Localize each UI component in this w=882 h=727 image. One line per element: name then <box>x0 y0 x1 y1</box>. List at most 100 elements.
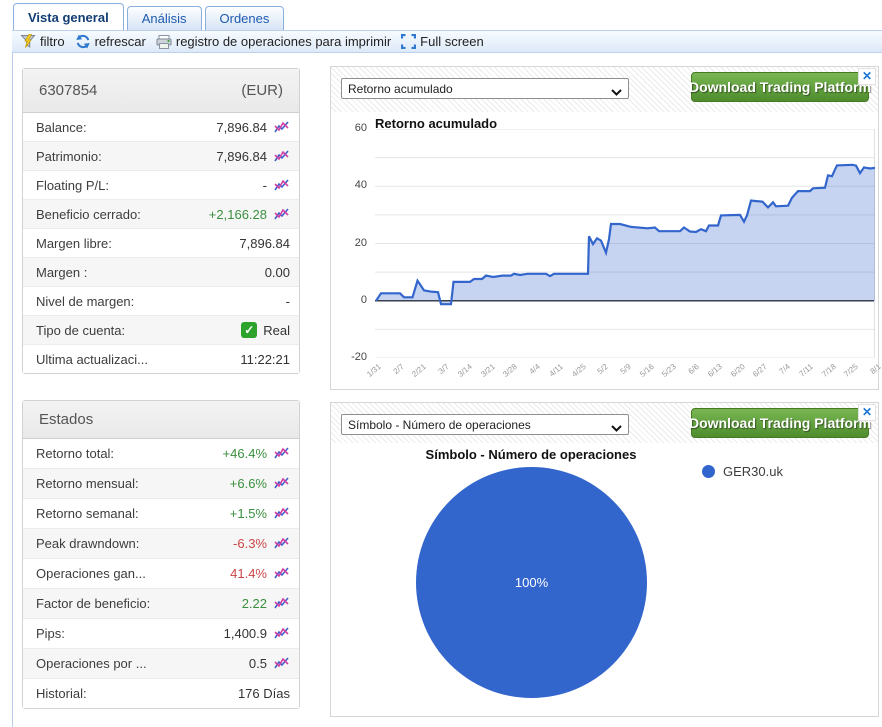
x-axis-tick-label: 3/21 <box>472 362 496 384</box>
account-panel: 6307854 (EUR) Balance: 7,896.84 Patrimonio… <box>22 68 300 374</box>
row-value: +2,166.28 <box>209 207 267 222</box>
table-row: Tipo de cuenta:✓Real <box>23 316 299 345</box>
mini-chart-icon[interactable] <box>274 627 290 640</box>
table-row: Peak drawndown:-6.3% <box>23 529 299 559</box>
x-axis-tick-label: 5/9 <box>609 362 633 384</box>
account-rows: Balance:7,896.84Patrimonio:7,896.84Float… <box>23 113 299 373</box>
table-row: Historial:176 Días <box>23 679 299 708</box>
legend-label: GER30.uk <box>723 464 783 479</box>
table-row: Margen libre:7,896.84 <box>23 229 299 258</box>
row-value: +1.5% <box>230 506 267 521</box>
row-label: Retorno mensual: <box>36 476 139 491</box>
ad-label: Download Trading Platform <box>689 79 871 95</box>
chevron-down-icon <box>611 421 622 435</box>
refresh-button[interactable]: refrescar <box>73 34 148 49</box>
mini-chart-icon[interactable] <box>274 208 290 221</box>
ad-close-icon[interactable]: ✕ <box>858 68 876 85</box>
tab-label: Análisis <box>142 11 187 26</box>
tab-label: Ordenes <box>220 11 270 26</box>
table-row: Retorno semanal:+1.5% <box>23 499 299 529</box>
x-axis-tick-label: 4/11 <box>540 362 564 384</box>
x-axis-tick-label: 6/20 <box>722 362 746 384</box>
mini-chart-icon[interactable] <box>274 179 290 192</box>
filter-icon <box>20 34 36 49</box>
row-label: Tipo de cuenta: <box>36 323 125 338</box>
row-label: Balance: <box>36 120 87 135</box>
pie-metric-select[interactable]: Símbolo - Número de operaciones <box>341 414 629 435</box>
mini-chart-icon[interactable] <box>274 537 290 550</box>
x-axis-tick-label: 3/14 <box>450 362 474 384</box>
table-row: Pips:1,400.9 <box>23 619 299 649</box>
tab-vista-general[interactable]: Vista general <box>13 3 124 30</box>
row-value: 41.4% <box>230 566 267 581</box>
ad-close-icon[interactable]: ✕ <box>858 404 876 421</box>
x-axis-tick-label: 3/28 <box>495 362 519 384</box>
mini-chart-icon[interactable] <box>274 567 290 580</box>
table-row: Retorno mensual: +6.6% <box>23 469 299 499</box>
x-axis-tick-label: 8/1 <box>859 362 882 384</box>
pie-legend: GER30.uk <box>702 464 783 479</box>
x-axis-tick-label: 4/4 <box>518 362 542 384</box>
row-label: Factor de beneficio: <box>36 596 150 611</box>
row-label: Peak drawndown: <box>36 536 139 551</box>
row-label: Operaciones gan... <box>36 566 146 581</box>
y-axis-tick-label: 60 <box>333 122 367 134</box>
chevron-down-icon <box>611 85 622 99</box>
row-value: 7,896.84 <box>239 236 290 251</box>
fullscreen-button[interactable]: Full screen <box>399 34 486 49</box>
tab-label: Vista general <box>28 10 109 25</box>
row-value: +6.6% <box>230 476 267 491</box>
row-value: - <box>286 294 290 309</box>
x-axis-tick-label: 4/25 <box>563 362 587 384</box>
row-value: 2.22 <box>242 596 267 611</box>
row-value: 1,400.9 <box>224 626 267 641</box>
y-axis-tick-label: 40 <box>333 179 367 191</box>
pie-panel-header: Símbolo - Número de operaciones Download… <box>331 403 878 443</box>
stats-panel: Estados Retorno total:+46.4%Retorno mens… <box>22 400 300 709</box>
mini-chart-icon[interactable] <box>274 150 290 163</box>
row-label: Margen : <box>36 265 87 280</box>
account-currency: (EUR) <box>241 82 283 99</box>
table-row: Operaciones por ...0.5 <box>23 649 299 679</box>
mini-chart-icon[interactable] <box>274 507 290 520</box>
x-axis-tick-label: 6/27 <box>745 362 769 384</box>
x-axis-tick-label: 6/6 <box>677 362 701 384</box>
table-row: Beneficio cerrado:+2,166.28 <box>23 200 299 229</box>
ad-label: Download Trading Platform <box>689 415 871 431</box>
x-axis-tick-label: 2/21 <box>404 362 428 384</box>
x-axis-tick-label: 2/7 <box>381 362 405 384</box>
select-value: Símbolo - Número de operaciones <box>348 418 531 432</box>
x-axis-tick-label: 1/31 <box>359 362 383 384</box>
filter-button[interactable]: filtro <box>18 34 67 49</box>
tab-analisis[interactable]: Análisis <box>127 6 202 30</box>
download-platform-ad-button[interactable]: Download Trading Platform <box>691 72 869 102</box>
y-axis-tick-label: 20 <box>333 237 367 249</box>
mini-chart-icon[interactable] <box>274 657 290 670</box>
select-value: Retorno acumulado <box>348 82 453 96</box>
account-panel-header: 6307854 (EUR) <box>23 69 299 113</box>
x-axis-tick-label: 7/4 <box>768 362 792 384</box>
row-label: Operaciones por ... <box>36 656 147 671</box>
x-axis-tick-label: 7/11 <box>790 362 814 384</box>
mini-chart-icon[interactable] <box>274 477 290 490</box>
tab-bar: Vista general Análisis Ordenes <box>13 2 284 30</box>
row-value: 7,896.84 <box>216 120 267 135</box>
row-value: 7,896.84 <box>216 149 267 164</box>
table-row: Retorno total:+46.4% <box>23 439 299 469</box>
row-value: 11:22:21 <box>240 352 290 367</box>
mini-chart-icon[interactable] <box>274 597 290 610</box>
pie-slice-percentage: 100% <box>416 467 647 698</box>
trading-dashboard: Vista general Análisis Ordenes filtro <box>0 0 882 727</box>
print-trade-log-button[interactable]: registro de operaciones para imprimir <box>154 34 393 49</box>
line-chart <box>375 129 875 358</box>
mini-chart-icon[interactable] <box>274 447 290 460</box>
x-axis-tick-label: 5/23 <box>654 362 678 384</box>
row-label: Patrimonio: <box>36 149 102 164</box>
download-platform-ad-button[interactable]: Download Trading Platform <box>691 408 869 438</box>
checkmark-icon: ✓ <box>241 322 257 338</box>
table-row: Margen :0.00 <box>23 258 299 287</box>
account-number: 6307854 <box>39 82 97 99</box>
tab-ordenes[interactable]: Ordenes <box>205 6 285 30</box>
mini-chart-icon[interactable] <box>274 121 290 134</box>
line-metric-select[interactable]: Retorno acumulado <box>341 78 629 99</box>
